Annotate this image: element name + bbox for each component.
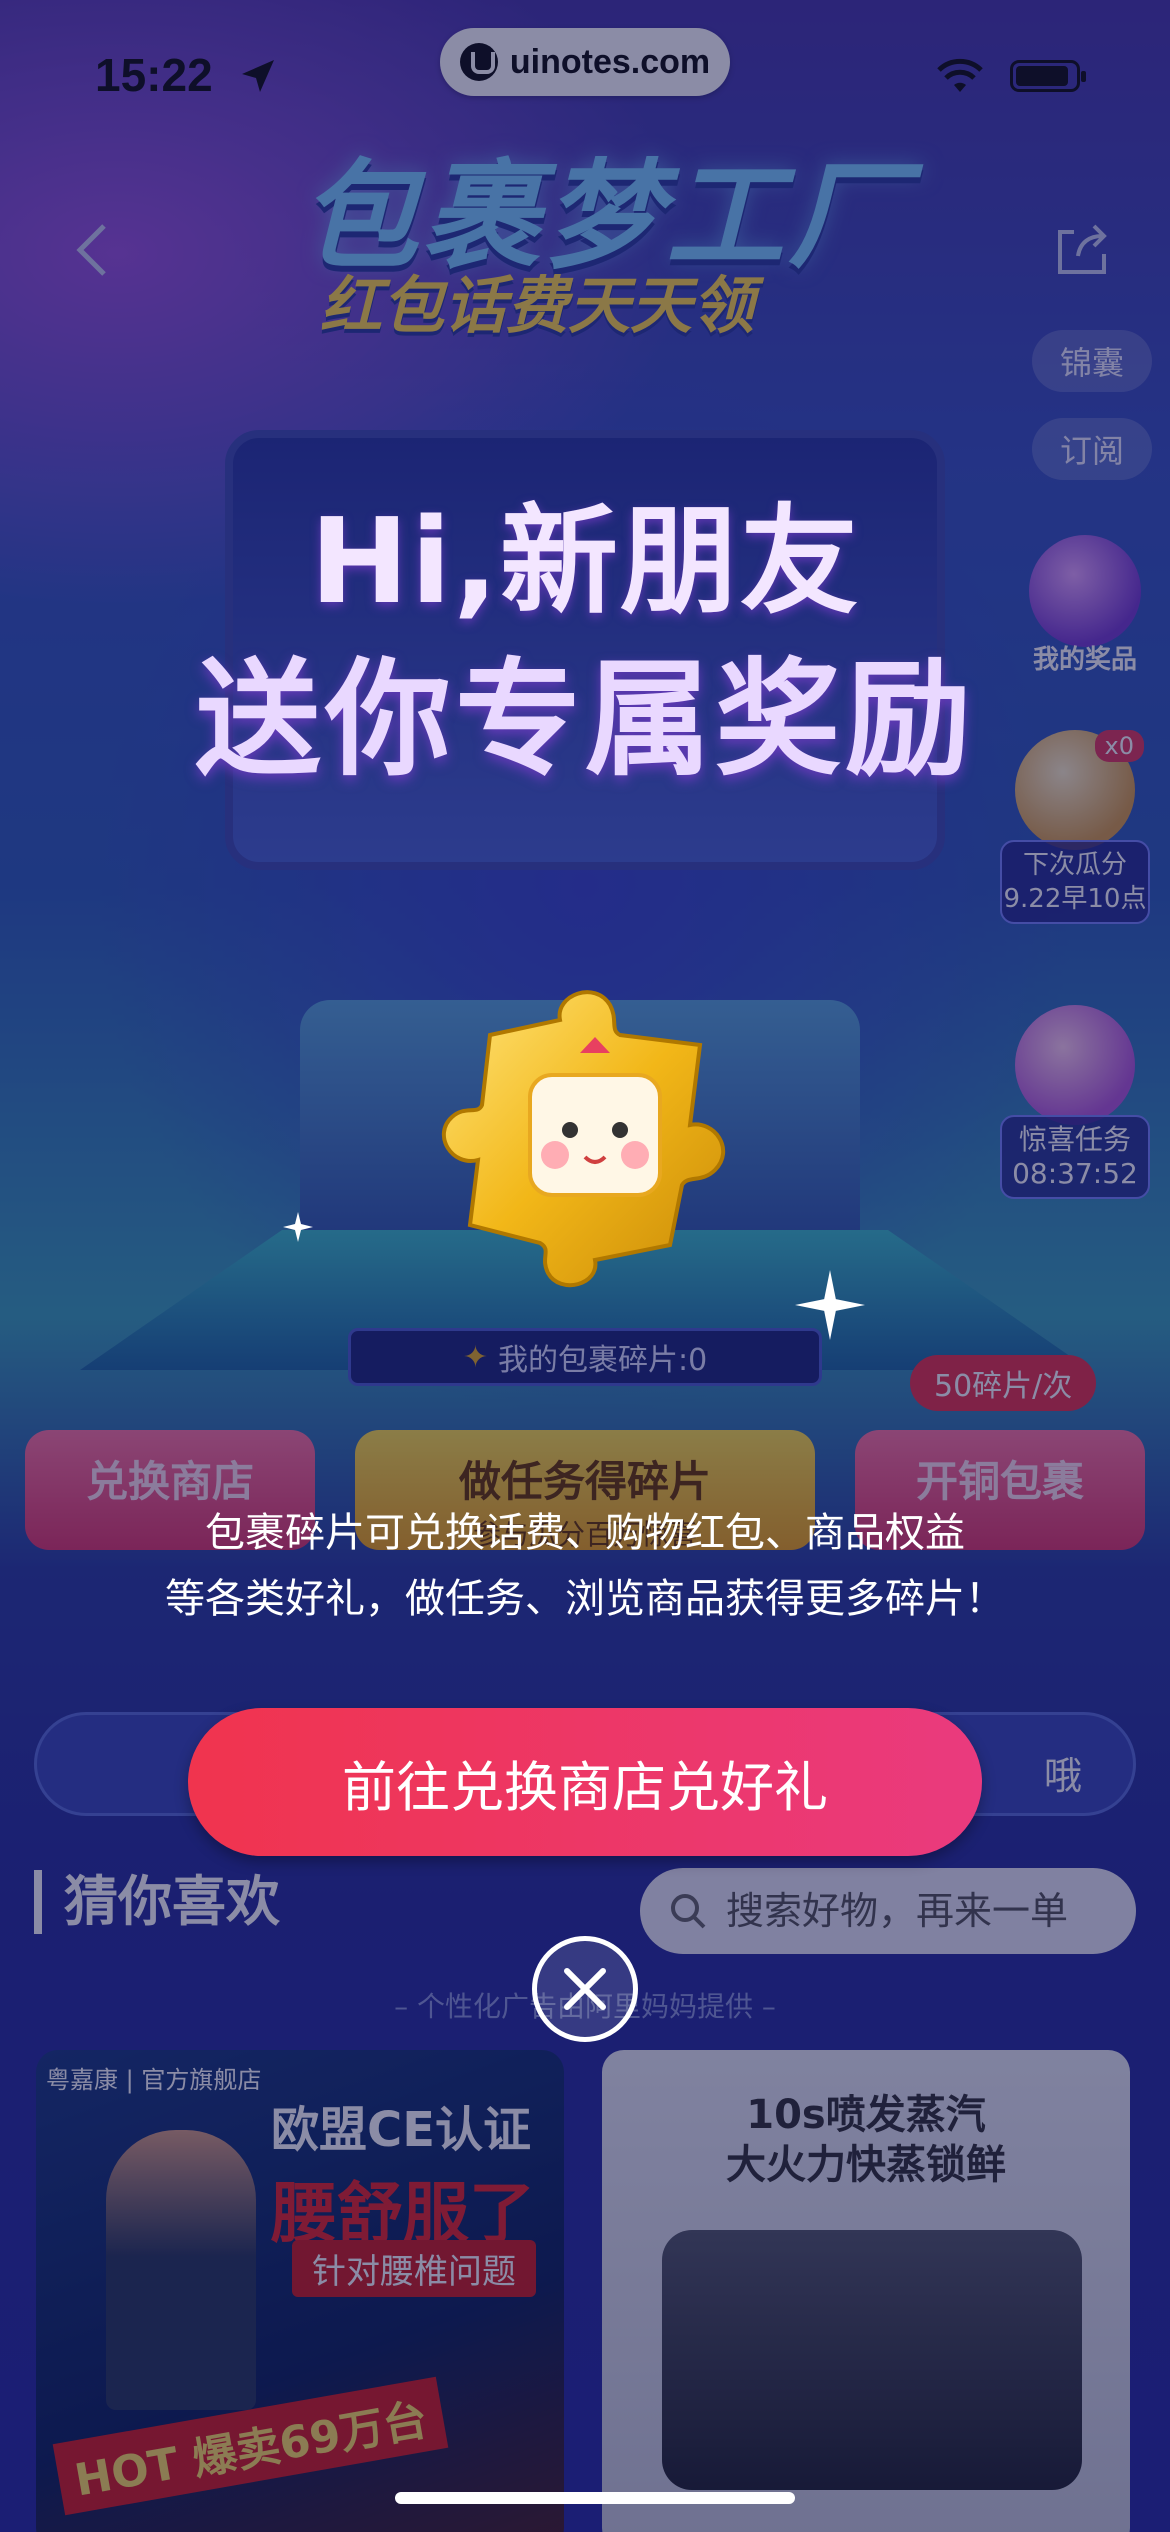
popup-description-line1: 包裹碎片可兑换话费、购物红包、商品权益 [205, 1510, 965, 1556]
go-exchange-store-button[interactable]: 前往兑换商店兑好礼 [188, 1708, 982, 1856]
popup-title-line2: 送你专属奖励 [195, 646, 975, 793]
sparkle-icon [795, 1270, 865, 1340]
popup-title-line1: Hi,新朋友 [309, 492, 861, 630]
puzzle-piece-reward-icon [441, 990, 726, 1288]
popup-description: 包裹碎片可兑换话费、购物红包、商品权益 等各类好礼，做任务、浏览商品获得更多碎片… [0, 1500, 1170, 1632]
sparkle-icon [283, 1212, 313, 1242]
popup-description-line2: 等各类好礼，做任务、浏览商品获得更多碎片！ [165, 1576, 1005, 1622]
home-indicator [395, 2492, 795, 2504]
popup-close-button[interactable] [532, 1936, 638, 2042]
close-icon [564, 1968, 606, 2010]
